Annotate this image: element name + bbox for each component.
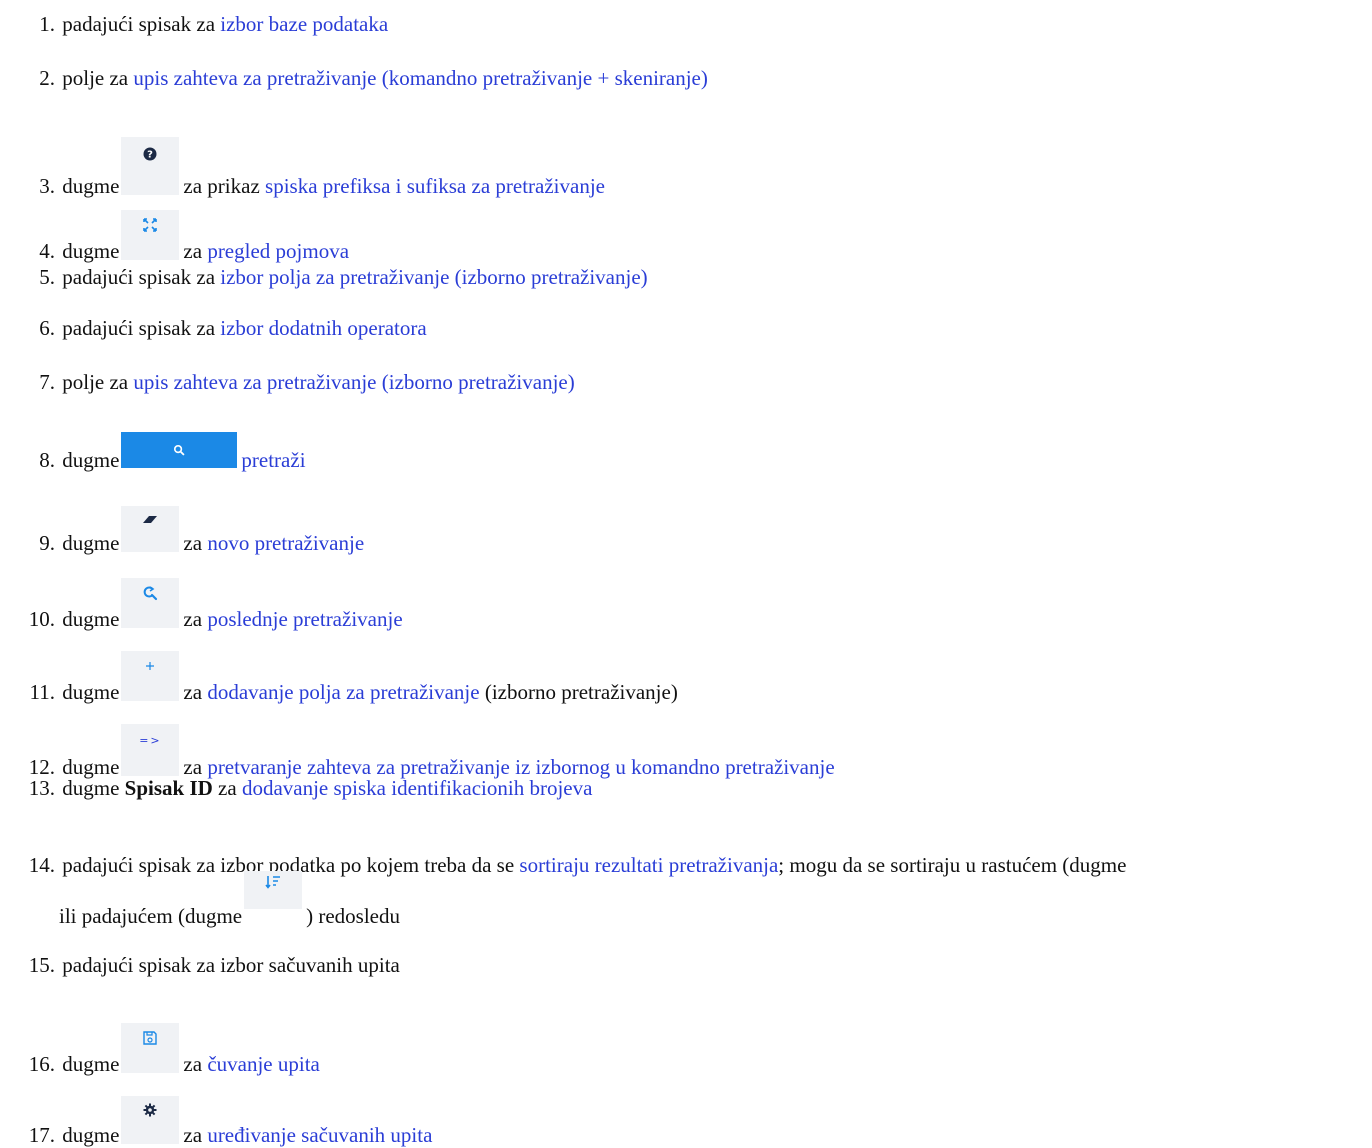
item-text: dugme xyxy=(62,448,120,472)
item-text: dugme xyxy=(62,174,120,198)
list-item: 13. dugme Spisak ID za dodavanje spiska … xyxy=(0,775,593,801)
item-text: dugme xyxy=(62,1052,120,1076)
list-item: 2. polje za upis zahteva za pretraživanj… xyxy=(0,65,708,91)
search-icon xyxy=(174,444,185,456)
search-history-icon xyxy=(144,586,158,601)
item-text: (izborno pretraživanje) xyxy=(484,680,678,704)
item-text: padajući spisak za izbor sačuvanih upita xyxy=(62,953,400,977)
id-list-button-label: Spisak ID xyxy=(124,776,213,800)
question-circle-icon: ? xyxy=(143,147,157,161)
item-text: dugme xyxy=(62,1123,120,1147)
item-text: za xyxy=(183,239,203,263)
sort-descending-button[interactable] xyxy=(244,871,303,909)
list-item: 7. polje za upis zahteva za pretraživanj… xyxy=(0,369,574,395)
item-number: 7. xyxy=(39,370,55,394)
list-item: 12. dugme => za pretvaranje zahteva za pre… xyxy=(0,724,835,780)
link-field-select[interactable]: izbor polja za pretraživanje (izborno pr… xyxy=(220,265,647,289)
list-item: 15. padajući spisak za izbor sačuvanih u… xyxy=(0,952,400,978)
link-last-search[interactable]: poslednje pretraživanje xyxy=(207,607,402,631)
item-number: 17. xyxy=(28,1123,55,1147)
item-number: 6. xyxy=(39,316,55,340)
item-text: ; mogu da se sortiraju u rastućem (dugme xyxy=(778,853,1127,877)
item-text: padajući spisak za xyxy=(62,265,216,289)
item-text: za xyxy=(218,776,237,800)
item-text: padajući spisak za xyxy=(62,316,216,340)
list-item: 1. padajući spisak za izbor baze podatak… xyxy=(0,11,388,37)
plus-icon xyxy=(146,662,155,670)
item-text: za xyxy=(183,1052,203,1076)
item-number: 5. xyxy=(39,265,55,289)
item-number: 15. xyxy=(28,953,55,977)
item-number: 13. xyxy=(28,776,55,800)
link-id-list[interactable]: dodavanje spiska identifikacionih brojev… xyxy=(242,776,592,800)
item-text: ili padajućem (dugme xyxy=(59,904,243,928)
item-number: 16. xyxy=(28,1052,55,1076)
list-item: 9. dugme za novo pretraživanje xyxy=(0,506,364,556)
item-text: dugme xyxy=(62,531,120,555)
list-item: 6. padajući spisak za izbor dodatnih ope… xyxy=(0,315,426,341)
item-text: za xyxy=(183,680,203,704)
sort-descending-icon xyxy=(265,876,281,890)
list-item: 3. dugme? za prikaz spiska prefiksa i suf… xyxy=(0,137,605,199)
save-query-icon xyxy=(143,1031,158,1045)
browse-terms-button[interactable] xyxy=(121,210,180,260)
list-item: 10. dugme za poslednje pretraživanje xyxy=(0,578,403,632)
item-number: 8. xyxy=(39,448,55,472)
item-number: 2. xyxy=(39,66,55,90)
list-item: 16. dugme za čuvanje upita xyxy=(0,1023,320,1077)
item-text: dugme xyxy=(62,776,120,800)
link-save-query[interactable]: čuvanje upita xyxy=(207,1052,320,1076)
help-button[interactable]: ? xyxy=(121,137,180,195)
save-query-button[interactable] xyxy=(121,1023,180,1073)
list-item: 8. dugme pretraži xyxy=(0,432,306,473)
item-text: dugme xyxy=(62,680,120,704)
eraser-icon xyxy=(143,515,158,523)
add-field-button[interactable] xyxy=(121,651,180,701)
list-item: 5. padajući spisak za izbor polja za pre… xyxy=(0,264,647,290)
item-text: dugme xyxy=(62,239,120,263)
item-number: 1. xyxy=(39,12,55,36)
edit-queries-button[interactable] xyxy=(121,1096,180,1144)
item-text: dugme xyxy=(62,607,120,631)
link-command-search[interactable]: upis zahteva za pretraživanje (komandno … xyxy=(133,66,708,90)
item-number: 9. xyxy=(39,531,55,555)
link-database-select[interactable]: izbor baze podataka xyxy=(220,12,388,36)
list-item-continuation: ili padajućem (dugme ) redosledu xyxy=(59,871,400,929)
list-item: 17. dugme za uređivanje sačuvanih upita xyxy=(0,1096,432,1148)
link-sort-results[interactable]: sortiraju rezultati pretraživanja xyxy=(519,853,778,877)
link-browse-terms[interactable]: pregled pojmova xyxy=(207,239,349,263)
link-edit-queries[interactable]: uređivanje sačuvanih upita xyxy=(207,1123,432,1147)
link-select-search[interactable]: upis zahteva za pretraživanje (izborno p… xyxy=(133,370,574,394)
item-number: 11. xyxy=(29,680,55,704)
item-text: za xyxy=(183,1123,203,1147)
item-number: 10. xyxy=(28,607,55,631)
list-item: 4. dugme za pregled pojmova xyxy=(0,210,349,264)
last-search-button[interactable] xyxy=(121,578,180,628)
item-text: polje za xyxy=(62,370,129,394)
expand-arrows-icon xyxy=(143,218,158,232)
link-add-field[interactable]: dodavanje polja za pretraživanje xyxy=(207,680,479,704)
link-search[interactable]: pretraži xyxy=(241,448,305,472)
convert-query-button[interactable]: => xyxy=(121,724,180,776)
item-number: 14. xyxy=(28,853,55,877)
link-new-search[interactable]: novo pretraživanje xyxy=(207,531,364,555)
list-item: 11. dugme za dodavanje polja za pretraživ… xyxy=(0,651,678,705)
svg-text:?: ? xyxy=(148,150,154,161)
link-prefix-suffix-list[interactable]: spiska prefiksa i sufiksa za pretraživan… xyxy=(265,174,605,198)
arrow-convert-icon: => xyxy=(139,734,162,747)
item-text: ) redosledu xyxy=(306,904,400,928)
item-text: padajući spisak za xyxy=(62,12,216,36)
new-search-button[interactable] xyxy=(121,506,180,552)
item-number: 3. xyxy=(39,174,55,198)
item-text: za xyxy=(183,607,203,631)
search-button[interactable] xyxy=(121,432,238,468)
item-text: polje za xyxy=(62,66,129,90)
link-operators[interactable]: izbor dodatnih operatora xyxy=(220,316,426,340)
item-text: za xyxy=(183,531,203,555)
gear-icon xyxy=(143,1103,157,1117)
item-text: za prikaz xyxy=(183,174,260,198)
item-number: 4. xyxy=(39,239,55,263)
